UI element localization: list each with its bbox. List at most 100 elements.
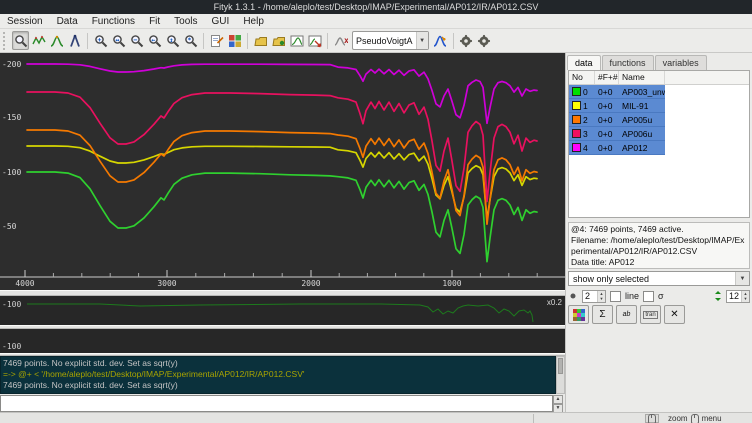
- tab-variables[interactable]: variables: [655, 55, 707, 70]
- auto-add-peak-button[interactable]: [432, 31, 449, 50]
- console-scrollbar-thumb[interactable]: [558, 358, 563, 374]
- remove-peak-button[interactable]: x: [332, 31, 349, 50]
- open-data-button[interactable]: [252, 31, 269, 50]
- edit-init-script-button[interactable]: [208, 31, 225, 50]
- sidebar-buttons: Σ ab tran ✕: [568, 305, 685, 325]
- console-scrollbar[interactable]: [556, 356, 565, 394]
- mouse-mode-button[interactable]: [645, 414, 659, 423]
- shift-spinner[interactable]: 12 ▲▼: [726, 290, 750, 303]
- filter-value: show only selected: [569, 274, 735, 284]
- menu-functions[interactable]: Functions: [85, 16, 142, 27]
- zoom-in-button[interactable]: +: [92, 31, 109, 50]
- dataset-fcount: 0+0: [595, 113, 619, 126]
- sigma-icon: Σ: [599, 309, 605, 320]
- shift-arrows-icon: [714, 290, 722, 302]
- data-range-mode-button[interactable]: [30, 31, 47, 50]
- export-image-icon: [308, 34, 322, 48]
- dataset-color-swatch[interactable]: [572, 143, 581, 152]
- menu-tools[interactable]: Tools: [167, 16, 204, 27]
- sigma-checkbox[interactable]: [643, 291, 654, 302]
- output-console[interactable]: 7469 points. No explicit std. dev. Set a…: [0, 356, 556, 394]
- column-header-f[interactable]: #F+#: [595, 71, 619, 84]
- point-size-spinner[interactable]: 2 ▲▼: [582, 290, 606, 303]
- rename-button[interactable]: ab: [616, 305, 637, 324]
- data-range-mode-icon: [32, 34, 46, 48]
- menu-fit[interactable]: Fit: [142, 16, 167, 27]
- fit-run-button[interactable]: [458, 31, 475, 50]
- svg-text:←: ←: [151, 36, 155, 44]
- activate-function-mode-button[interactable]: [66, 31, 83, 50]
- dataset-color-swatch[interactable]: [572, 101, 581, 110]
- aux-plot-1[interactable]: -100 x0.2: [0, 296, 565, 325]
- main-plot-canvas[interactable]: 4000300020001000-200-150-100-50: [0, 53, 565, 290]
- menu-help[interactable]: Help: [236, 16, 271, 27]
- delete-dataset-button[interactable]: ✕: [664, 305, 685, 324]
- column-header-name[interactable]: Name: [619, 71, 665, 84]
- svg-text:−: −: [133, 36, 137, 44]
- dataset-color-swatch[interactable]: [572, 87, 581, 96]
- fit-continue-button[interactable]: [476, 31, 493, 50]
- svg-text:↔: ↔: [115, 36, 119, 44]
- peak-type-select[interactable]: PseudoVoigtA▼: [352, 31, 429, 50]
- tab-data[interactable]: data: [567, 55, 601, 70]
- exec-script-button[interactable]: [270, 31, 287, 50]
- peak-type-value: PseudoVoigtA: [353, 36, 416, 46]
- aux2-y-label: -100: [2, 342, 21, 351]
- table-row[interactable]: 10+0MIL-91: [569, 99, 665, 113]
- toolbar-separator: [453, 33, 454, 49]
- table-row[interactable]: 30+0AP006u: [569, 127, 665, 141]
- zoom-previous-button[interactable]: ←: [146, 31, 163, 50]
- tab-functions[interactable]: functions: [602, 55, 654, 70]
- plot-style-controls: 2 ▲▼ line σ 12 ▲▼: [568, 289, 750, 303]
- main-plot[interactable]: 4000300020001000-200-150-100-50: [0, 53, 565, 290]
- dataset-fcount: 0+0: [595, 85, 619, 98]
- add-peak-mode-button[interactable]: [48, 31, 65, 50]
- svg-text:*: *: [187, 36, 191, 44]
- fityk-window: Fityk 1.3.1 - /home/aleplo/test/Desktop/…: [0, 0, 752, 423]
- filter-dropdown[interactable]: show only selected ▼: [568, 271, 750, 286]
- zoom-out-button[interactable]: −: [128, 31, 145, 50]
- dataset-color-swatch[interactable]: [572, 129, 581, 138]
- dataset-color-swatch[interactable]: [572, 115, 581, 124]
- table-header: No#F+#Name: [569, 71, 749, 85]
- menu-session[interactable]: Session: [0, 16, 50, 27]
- aux-plot-2[interactable]: -100: [0, 329, 565, 353]
- dataset-fcount: 0+0: [595, 127, 619, 140]
- table-row[interactable]: 20+0AP005u: [569, 113, 665, 127]
- axis-tick-label: 3000: [157, 279, 176, 288]
- point-size-arrows[interactable]: ▲▼: [597, 291, 605, 302]
- zoom-mode-button[interactable]: [12, 31, 29, 50]
- table-row[interactable]: 00+0AP003_unwa...: [569, 85, 665, 99]
- colors-button[interactable]: [568, 305, 589, 324]
- table-row[interactable]: 40+0AP012: [569, 141, 665, 155]
- dataset-name: MIL-91: [619, 99, 665, 112]
- add-peak-mode-icon: [50, 34, 64, 48]
- chevron-down-icon[interactable]: ▼: [735, 272, 749, 285]
- zoom-vertical-button[interactable]: ↕: [164, 31, 181, 50]
- line-checkbox[interactable]: [610, 291, 621, 302]
- toolbar: + ↔ − ← ↕ * x PseudoVoigtA▼: [0, 29, 752, 53]
- menu-gui[interactable]: GUI: [205, 16, 237, 27]
- export-image-button[interactable]: [306, 31, 323, 50]
- transform-button[interactable]: tran: [640, 305, 661, 324]
- dataset-table[interactable]: No#F+#Name00+0AP003_unwa...10+0MIL-9120+…: [568, 70, 750, 218]
- command-input[interactable]: [0, 395, 553, 412]
- history-up-icon[interactable]: ▲: [553, 395, 563, 404]
- chevron-down-icon[interactable]: ▼: [416, 32, 428, 49]
- column-header-no[interactable]: No: [569, 71, 595, 84]
- svg-text:x: x: [344, 36, 348, 45]
- menu-data[interactable]: Data: [50, 16, 85, 27]
- command-input-row: ▲▼: [0, 395, 563, 412]
- sum-button[interactable]: Σ: [592, 305, 613, 324]
- data-viewer-button[interactable]: [226, 31, 243, 50]
- titlebar: Fityk 1.3.1 - /home/aleplo/test/Desktop/…: [0, 0, 752, 14]
- zoom-in-icon: +: [94, 34, 108, 48]
- zoom-all-button[interactable]: *: [182, 31, 199, 50]
- plot-image-button[interactable]: [288, 31, 305, 50]
- command-history-spinner[interactable]: ▲▼: [553, 395, 563, 412]
- sidebar-tabs: datafunctionsvariables: [567, 55, 751, 70]
- shift-arrows[interactable]: ▲▼: [741, 291, 749, 302]
- fit-run-icon: [459, 34, 473, 48]
- zoom-horizontal-button[interactable]: ↔: [110, 31, 127, 50]
- dataset-name: AP005u: [619, 113, 665, 126]
